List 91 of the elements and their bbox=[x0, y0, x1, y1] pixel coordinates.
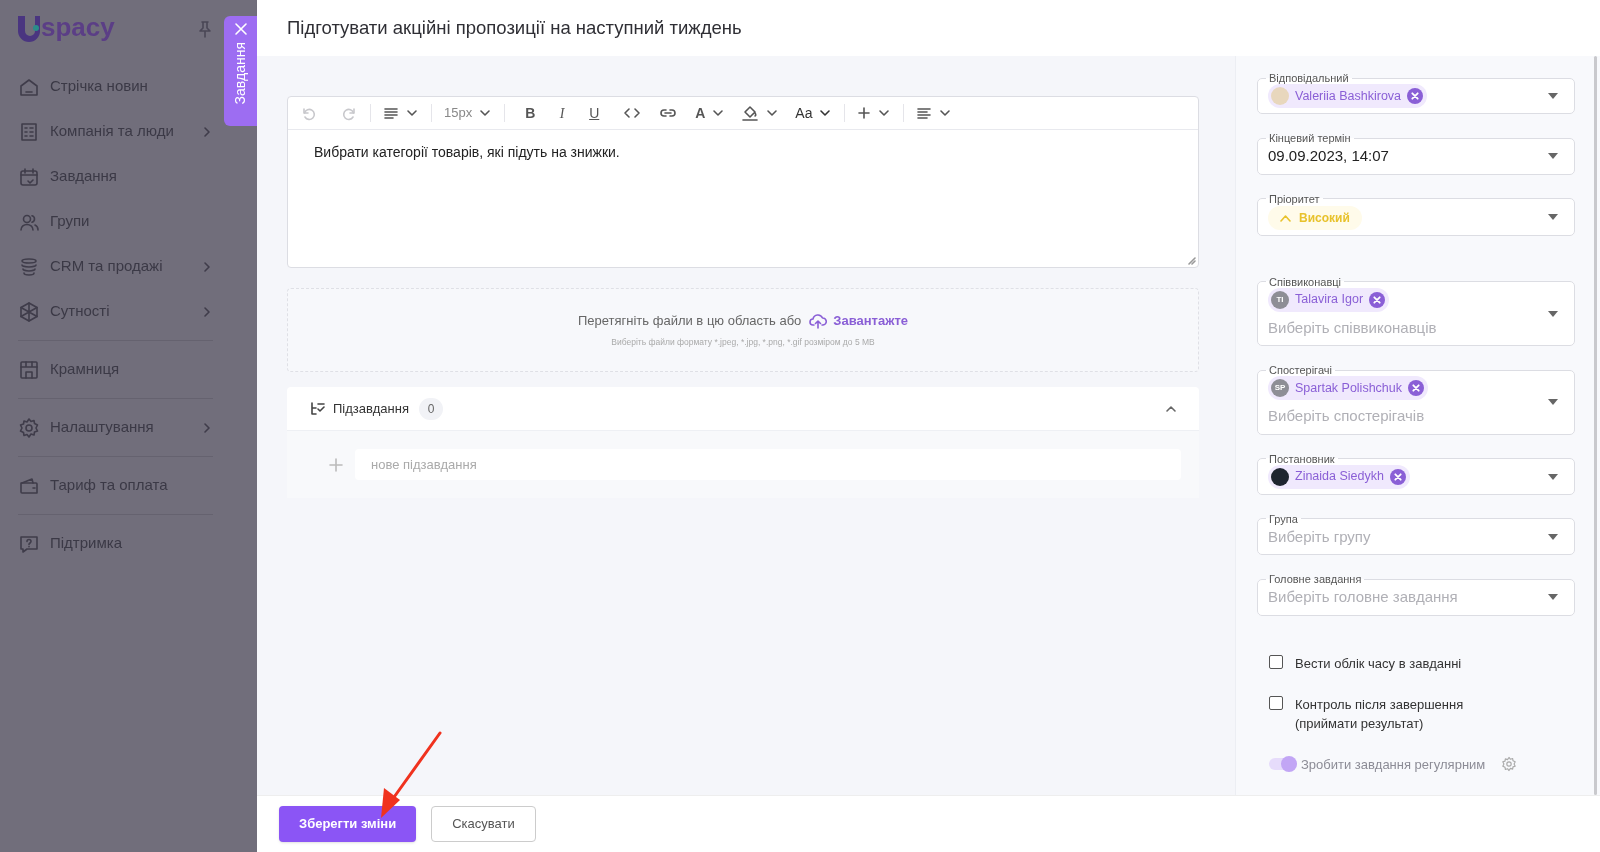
chevron-right-icon bbox=[201, 421, 213, 434]
field-label: Група bbox=[1268, 512, 1299, 525]
close-icon[interactable] bbox=[233, 22, 248, 36]
dropdown-arrow-icon bbox=[1548, 473, 1558, 480]
subtasks-count: 0 bbox=[419, 397, 443, 420]
toggle-label: Зробити завдання регулярним bbox=[1301, 755, 1486, 774]
font-size-dropdown[interactable]: 15px bbox=[444, 103, 493, 123]
field-label: Пріоритет bbox=[1268, 192, 1321, 205]
avatar-initials: TI bbox=[1271, 290, 1289, 309]
people-select[interactable]: Постановник Zinaida Siedykh bbox=[1257, 452, 1575, 495]
logo-mark-icon bbox=[16, 14, 42, 44]
checkbox-label: Контроль після завершення (приймати результат) bbox=[1295, 695, 1465, 733]
plus-icon bbox=[857, 106, 872, 120]
subtasks-label: Підзавдання bbox=[333, 399, 409, 418]
people-select[interactable]: Спостерігачі SP Spartak Polishchuk Виберіть спостерігачів bbox=[1257, 364, 1575, 435]
align-left-icon bbox=[916, 105, 933, 121]
chevron-right-icon bbox=[201, 125, 213, 138]
select-field[interactable]: Кінцевий термін 09.09.2023, 14:07 bbox=[1257, 132, 1575, 175]
chevron-right-icon bbox=[201, 260, 213, 273]
dropdown-arrow-icon bbox=[1548, 310, 1558, 317]
placeholder-text: Виберіть головне завдання bbox=[1268, 587, 1459, 607]
text-color-dropdown[interactable]: A bbox=[695, 102, 726, 124]
pin-icon bbox=[197, 20, 213, 38]
stack-icon bbox=[18, 255, 40, 278]
person-chip: TI Talavira Igor bbox=[1268, 287, 1390, 312]
placeholder-text: Виберіть спостерігачів bbox=[1268, 406, 1426, 426]
person-chip: Valeriia Bashkirova bbox=[1268, 84, 1428, 108]
insert-dropdown[interactable] bbox=[857, 106, 892, 120]
cancel-button[interactable]: Скасувати bbox=[431, 806, 536, 842]
person-chip: Zinaida Siedykh bbox=[1268, 464, 1410, 489]
task-title: Підготувати акційні пропозиції на наступний тиждень bbox=[287, 16, 742, 41]
placeholder-text: Виберіть групу bbox=[1268, 526, 1372, 547]
people-select[interactable]: Відповідальний Valeriia Bashkirova bbox=[1257, 72, 1575, 114]
chevron-up-icon bbox=[1280, 213, 1291, 222]
case-dropdown[interactable]: Aa bbox=[795, 102, 833, 124]
remove-icon[interactable] bbox=[1389, 468, 1406, 485]
settings-icon bbox=[18, 416, 40, 439]
upload-area[interactable]: Перетягніть файли в цю область або Завантажте Виберіть файли формату *.jpeg, *.jpg, *.png, *.gif розміром до 5 MB bbox=[287, 288, 1199, 372]
checkbox[interactable] bbox=[1269, 695, 1283, 710]
dropdown-arrow-icon bbox=[1548, 594, 1558, 601]
paragraph-dropdown[interactable] bbox=[383, 105, 419, 121]
building-icon bbox=[18, 120, 40, 143]
checkbox-label: Вести облік часу в завданні bbox=[1295, 654, 1462, 673]
field-label: Постановник bbox=[1268, 452, 1336, 465]
paint-bucket-icon bbox=[741, 104, 760, 122]
highlight-dropdown[interactable] bbox=[741, 104, 780, 122]
remove-icon[interactable] bbox=[1369, 291, 1386, 308]
priority-badge: Високий bbox=[1268, 205, 1362, 230]
cloud-upload-icon bbox=[809, 312, 828, 329]
format-button[interactable]: I bbox=[549, 102, 576, 124]
dropdown-arrow-icon bbox=[1548, 93, 1558, 99]
upload-link[interactable]: Завантажте bbox=[809, 310, 909, 331]
field-label: Кінцевий термін bbox=[1268, 132, 1352, 144]
align-dropdown[interactable] bbox=[916, 105, 953, 121]
upload-hint: Виберіть файли формату *.jpeg, *.jpg, *.png, *.gif розміром до 5 MB bbox=[611, 336, 875, 350]
field-label: Співвиконавці bbox=[1268, 275, 1342, 288]
format-button[interactable]: B bbox=[517, 102, 544, 124]
placeholder-text: Виберіть співвиконавців bbox=[1268, 317, 1438, 338]
dropdown-arrow-icon bbox=[1548, 153, 1558, 160]
field-value: 09.09.2023, 14:07 bbox=[1268, 146, 1390, 166]
select-field[interactable]: Головне завдання Виберіть головне завдання bbox=[1257, 573, 1575, 616]
chevron-right-icon bbox=[201, 305, 213, 318]
code-icon[interactable] bbox=[623, 105, 642, 121]
editor-text: Вибрати категорії товарів, які підуть на знижки. bbox=[314, 143, 621, 162]
calendar-icon bbox=[18, 165, 40, 188]
checklist-icon bbox=[309, 400, 325, 417]
task-tab[interactable]: Завдання bbox=[224, 16, 257, 126]
format-button[interactable]: U bbox=[581, 102, 608, 124]
avatar-initials: SP bbox=[1271, 379, 1289, 397]
text-editor[interactable]: 15px B I U A Aa Вибрати категорії товарів, які підуть на знижки. bbox=[287, 96, 1199, 268]
remove-icon[interactable] bbox=[1407, 88, 1424, 104]
field-label: Спостерігачі bbox=[1268, 364, 1333, 376]
checkbox[interactable] bbox=[1269, 654, 1283, 669]
save-button[interactable]: Зберегти зміни bbox=[279, 806, 417, 842]
dropdown-arrow-icon bbox=[1548, 533, 1558, 540]
people-select[interactable]: Співвиконавці TI Talavira Igor Виберіть співвиконавців bbox=[1257, 275, 1575, 346]
upload-prompt: Перетягніть файли в цю область або bbox=[577, 311, 802, 330]
dropdown-arrow-icon bbox=[1548, 214, 1558, 220]
dropdown-arrow-icon bbox=[1548, 399, 1558, 406]
new-subtask-field[interactable]: нове підзавдання bbox=[355, 449, 1181, 480]
resize-handle-icon bbox=[1188, 257, 1196, 265]
task-tab-label: Завдання bbox=[231, 42, 249, 105]
lines-icon bbox=[383, 105, 399, 121]
remove-icon[interactable] bbox=[1408, 380, 1424, 396]
select-field[interactable]: Група Виберіть групу bbox=[1257, 512, 1575, 555]
select-field[interactable]: Пріоритет Високий bbox=[1257, 192, 1575, 236]
store-icon bbox=[18, 358, 40, 381]
field-label: Головне завдання bbox=[1268, 573, 1363, 585]
person-chip: SP Spartak Polishchuk bbox=[1268, 376, 1428, 400]
cube-icon bbox=[18, 300, 40, 323]
field-label: Відповідальний bbox=[1268, 72, 1350, 84]
